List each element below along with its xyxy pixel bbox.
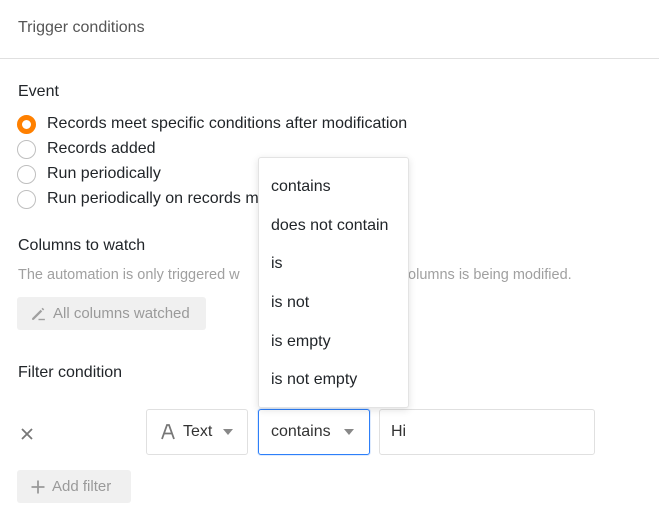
panel-header: Trigger conditions <box>0 0 659 59</box>
dropdown-option-is-not[interactable]: is not <box>259 284 408 323</box>
columns-to-watch-label: Columns to watch <box>18 237 146 254</box>
dropdown-option-is[interactable]: is <box>259 245 408 284</box>
chevron-down-icon <box>223 429 234 435</box>
filter-value-input[interactable]: Hi <box>379 409 595 455</box>
radio-unchecked-icon <box>17 139 36 159</box>
radio-unchecked-icon <box>17 164 36 184</box>
panel-title: Trigger conditions <box>18 19 145 36</box>
radio-option-periodic-records[interactable]: Run periodically on records m <box>17 188 259 210</box>
column-select-value: Text <box>183 423 213 440</box>
text-column-icon <box>161 424 175 440</box>
remove-filter-icon[interactable] <box>19 426 35 442</box>
operator-dropdown-menu: contains does not contain is is not is e… <box>258 157 409 408</box>
radio-option-label: Records added <box>47 140 156 157</box>
dropdown-option-is-empty[interactable]: is empty <box>259 322 408 361</box>
radio-option-label: Records meet specific conditions after m… <box>47 115 408 132</box>
radio-checked-icon <box>17 114 36 134</box>
chevron-down-icon <box>343 429 354 435</box>
operator-select-value: contains <box>271 423 331 440</box>
operator-select[interactable]: contains <box>258 409 370 455</box>
radio-option-label: Run periodically <box>47 165 161 182</box>
dropdown-option-is-not-empty[interactable]: is not empty <box>259 361 408 400</box>
add-filter-button[interactable]: Add filter <box>17 470 131 503</box>
all-columns-watched-button[interactable]: All columns watched <box>17 297 206 330</box>
radio-option-periodic[interactable]: Run periodically <box>17 163 161 185</box>
radio-option-modified[interactable]: Records meet specific conditions after m… <box>17 113 407 135</box>
radio-option-added[interactable]: Records added <box>17 138 156 160</box>
dropdown-option-contains[interactable]: contains <box>259 168 408 207</box>
pencil-icon <box>32 307 45 321</box>
radio-option-label: Run periodically on records m <box>47 190 259 207</box>
add-filter-label: Add filter <box>52 478 112 495</box>
column-select[interactable]: Text <box>146 409 248 455</box>
filter-condition-label: Filter condition <box>18 364 123 381</box>
plus-icon <box>31 480 45 493</box>
radio-unchecked-icon <box>17 189 36 209</box>
all-columns-watched-label: All columns watched <box>53 305 190 322</box>
dropdown-option-does-not-contain[interactable]: does not contain <box>259 207 408 246</box>
event-label: Event <box>18 83 59 100</box>
